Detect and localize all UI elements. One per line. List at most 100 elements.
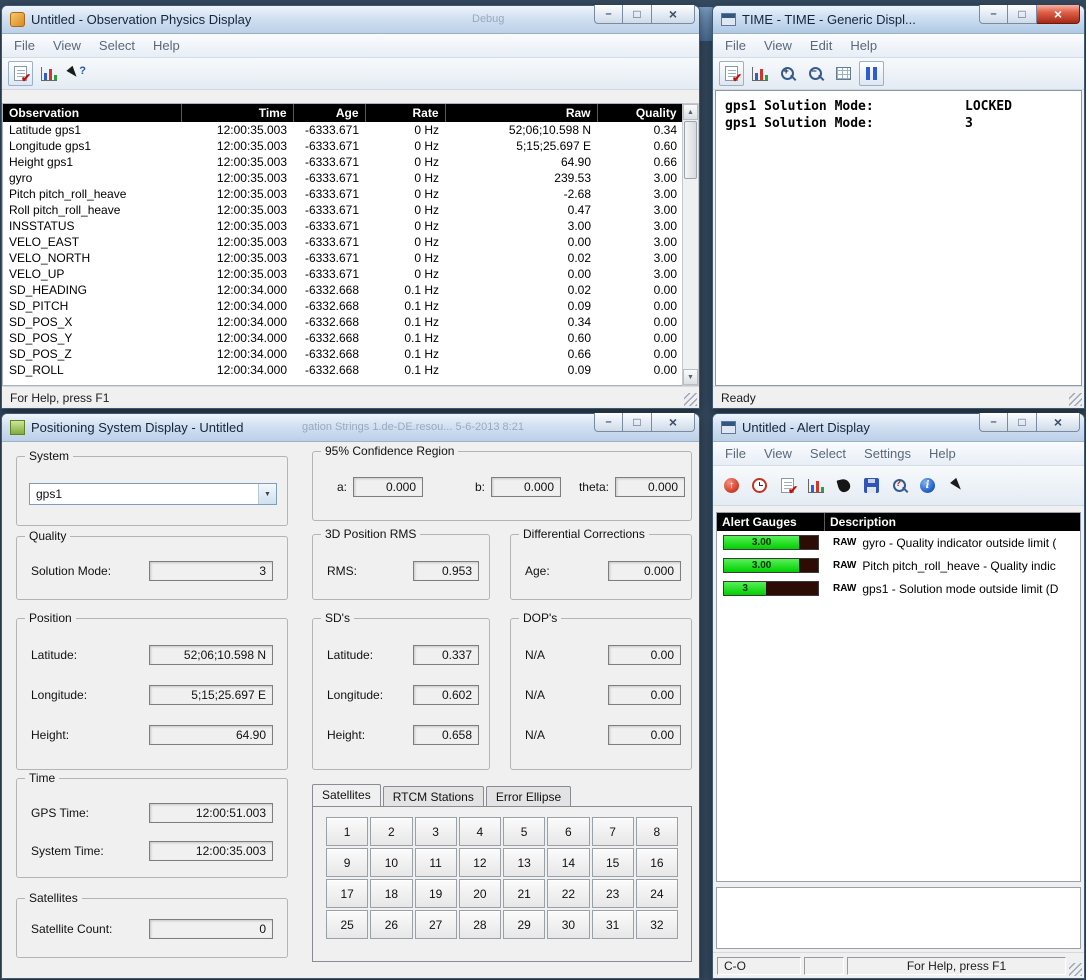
menu-item-file[interactable]: File bbox=[717, 36, 754, 55]
column-header-time[interactable]: Time bbox=[181, 104, 293, 122]
resize-grip[interactable] bbox=[684, 393, 697, 406]
menu-item-file[interactable]: File bbox=[6, 36, 43, 55]
close-button[interactable] bbox=[1037, 5, 1080, 24]
satellite-cell-5[interactable]: 5 bbox=[503, 817, 545, 846]
tab-error-ellipse[interactable]: Error Ellipse bbox=[486, 786, 571, 806]
scroll-down-button[interactable] bbox=[683, 369, 698, 385]
satellite-cell-2[interactable]: 2 bbox=[370, 817, 412, 846]
column-header-raw[interactable]: Raw bbox=[445, 104, 597, 122]
satellite-cell-13[interactable]: 13 bbox=[503, 848, 545, 877]
validate-toolbar-button[interactable] bbox=[719, 61, 744, 86]
satellite-cell-10[interactable]: 10 bbox=[370, 848, 412, 877]
scroll-up-button[interactable] bbox=[683, 104, 698, 120]
satellite-cell-30[interactable]: 30 bbox=[547, 910, 589, 939]
satellite-cell-6[interactable]: 6 bbox=[547, 817, 589, 846]
alert-titlebar[interactable]: Untitled - Alert Display bbox=[713, 414, 1084, 442]
combobox-dropdown-button[interactable] bbox=[258, 484, 276, 504]
satellite-cell-4[interactable]: 4 bbox=[459, 817, 501, 846]
observation-row[interactable]: Height gps112:00:35.003-6333.6710 Hz64.9… bbox=[3, 154, 682, 170]
positioning-titlebar[interactable]: Positioning System Display - Untitled ga… bbox=[2, 414, 699, 442]
observation-row[interactable]: Longitude gps112:00:35.003-6333.6710 Hz5… bbox=[3, 138, 682, 154]
context-help-toolbar-button[interactable] bbox=[64, 61, 89, 86]
satellite-cell-28[interactable]: 28 bbox=[459, 910, 501, 939]
menu-item-view[interactable]: View bbox=[756, 444, 800, 463]
minimize-button[interactable] bbox=[594, 5, 623, 24]
observation-row[interactable]: INSSTATUS12:00:35.003-6333.6710 Hz3.003.… bbox=[3, 218, 682, 234]
save-toolbar-button[interactable] bbox=[859, 473, 884, 498]
column-header-quality[interactable]: Quality bbox=[597, 104, 682, 122]
satellite-cell-31[interactable]: 31 bbox=[592, 910, 634, 939]
observation-row[interactable]: SD_PITCH12:00:34.000-6332.6680.1 Hz0.090… bbox=[3, 298, 682, 314]
satellite-cell-18[interactable]: 18 bbox=[370, 879, 412, 908]
observation-row[interactable]: VELO_NORTH12:00:35.003-6333.6710 Hz0.023… bbox=[3, 250, 682, 266]
column-header-observation[interactable]: Observation bbox=[3, 104, 181, 122]
menu-item-edit[interactable]: Edit bbox=[802, 36, 840, 55]
satellite-cell-21[interactable]: 21 bbox=[503, 879, 545, 908]
satellite-cell-16[interactable]: 16 bbox=[636, 848, 678, 877]
maximize-button[interactable] bbox=[623, 413, 652, 432]
observation-titlebar[interactable]: Untitled - Observation Physics Display D… bbox=[2, 6, 699, 34]
info-toolbar-button[interactable]: i bbox=[915, 473, 940, 498]
alert-row[interactable]: 3RAWgps1 - Solution mode outside limit (… bbox=[717, 577, 1080, 600]
validate-toolbar-button[interactable] bbox=[775, 473, 800, 498]
satellite-cell-25[interactable]: 25 bbox=[326, 910, 368, 939]
menu-item-file[interactable]: File bbox=[717, 444, 754, 463]
tab-satellites[interactable]: Satellites bbox=[312, 784, 381, 806]
pointer-toolbar-button[interactable] bbox=[943, 473, 968, 498]
validate-toolbar-button[interactable] bbox=[8, 61, 33, 86]
satellite-cell-26[interactable]: 26 bbox=[370, 910, 412, 939]
grid-toolbar-button[interactable] bbox=[831, 61, 856, 86]
menu-item-select[interactable]: Select bbox=[802, 444, 854, 463]
chart-toolbar-button[interactable] bbox=[803, 473, 828, 498]
satellite-cell-9[interactable]: 9 bbox=[326, 848, 368, 877]
satellite-cell-7[interactable]: 7 bbox=[592, 817, 634, 846]
zoom-in-toolbar-button[interactable]: + bbox=[775, 61, 800, 86]
satellite-cell-14[interactable]: 14 bbox=[547, 848, 589, 877]
menu-item-view[interactable]: View bbox=[45, 36, 89, 55]
scroll-track[interactable] bbox=[683, 180, 698, 369]
minimize-button[interactable] bbox=[979, 413, 1008, 432]
observation-row[interactable]: Pitch pitch_roll_heave12:00:35.003-6333.… bbox=[3, 186, 682, 202]
observation-row[interactable]: SD_POS_X12:00:34.000-6332.6680.1 Hz0.340… bbox=[3, 314, 682, 330]
observation-row[interactable]: gyro12:00:35.003-6333.6710 Hz239.533.00 bbox=[3, 170, 682, 186]
menu-item-help[interactable]: Help bbox=[921, 444, 964, 463]
satellite-cell-12[interactable]: 12 bbox=[459, 848, 501, 877]
observation-row[interactable]: VELO_EAST12:00:35.003-6333.6710 Hz0.003.… bbox=[3, 234, 682, 250]
alarm-raise-toolbar-button[interactable]: ↑ bbox=[719, 473, 744, 498]
satellite-cell-11[interactable]: 11 bbox=[415, 848, 457, 877]
close-button[interactable] bbox=[652, 5, 695, 24]
menu-item-select[interactable]: Select bbox=[91, 36, 143, 55]
satellite-cell-23[interactable]: 23 bbox=[592, 879, 634, 908]
minimize-button[interactable] bbox=[979, 5, 1008, 24]
sound-toolbar-button[interactable] bbox=[831, 473, 856, 498]
menu-item-view[interactable]: View bbox=[756, 36, 800, 55]
satellite-cell-15[interactable]: 15 bbox=[592, 848, 634, 877]
maximize-button[interactable] bbox=[1008, 5, 1037, 24]
observation-row[interactable]: SD_POS_Y12:00:34.000-6332.6680.1 Hz0.600… bbox=[3, 330, 682, 346]
satellite-cell-3[interactable]: 3 bbox=[415, 817, 457, 846]
resize-grip[interactable] bbox=[1069, 393, 1082, 406]
column-header-rate[interactable]: Rate bbox=[365, 104, 445, 122]
tab-rtcm-stations[interactable]: RTCM Stations bbox=[383, 786, 484, 806]
chart-toolbar-button[interactable] bbox=[36, 61, 61, 86]
observation-row[interactable]: Latitude gps112:00:35.003-6333.6710 Hz52… bbox=[3, 122, 682, 138]
scroll-thumb[interactable] bbox=[684, 121, 697, 179]
satellite-cell-19[interactable]: 19 bbox=[415, 879, 457, 908]
observation-row[interactable]: Roll pitch_roll_heave12:00:35.003-6333.6… bbox=[3, 202, 682, 218]
time-titlebar[interactable]: TIME - TIME - Generic Displ... bbox=[713, 6, 1084, 34]
menu-item-help[interactable]: Help bbox=[842, 36, 885, 55]
resize-grip[interactable] bbox=[1069, 963, 1082, 976]
column-header-age[interactable]: Age bbox=[293, 104, 365, 122]
observation-row[interactable]: SD_HEADING12:00:34.000-6332.6680.1 Hz0.0… bbox=[3, 282, 682, 298]
alarm-history-toolbar-button[interactable] bbox=[747, 473, 772, 498]
close-button[interactable] bbox=[652, 413, 695, 432]
alert-row[interactable]: 3.00RAWgyro - Quality indicator outside … bbox=[717, 531, 1080, 554]
maximize-button[interactable] bbox=[623, 5, 652, 24]
chart-toolbar-button[interactable] bbox=[747, 61, 772, 86]
satellite-cell-1[interactable]: 1 bbox=[326, 817, 368, 846]
observation-row[interactable]: VELO_UP12:00:35.003-6333.6710 Hz0.003.00 bbox=[3, 266, 682, 282]
column-header-alert-gauges[interactable]: Alert Gauges bbox=[717, 513, 825, 531]
satellite-cell-22[interactable]: 22 bbox=[547, 879, 589, 908]
satellite-cell-32[interactable]: 32 bbox=[636, 910, 678, 939]
system-combobox[interactable]: gps1 bbox=[29, 483, 277, 505]
